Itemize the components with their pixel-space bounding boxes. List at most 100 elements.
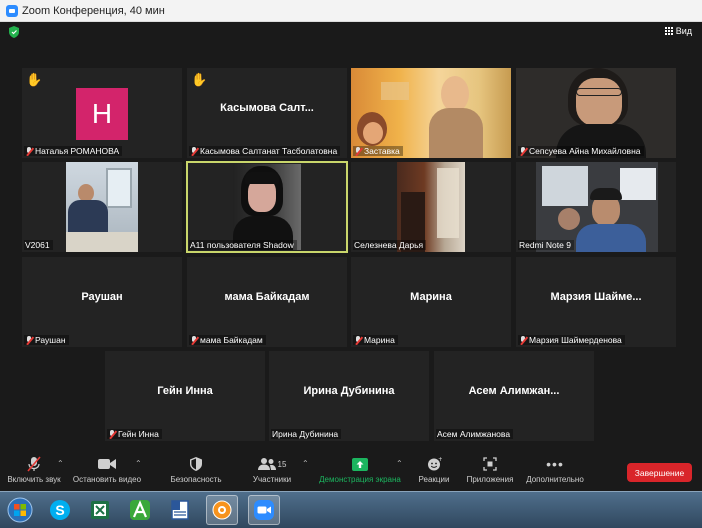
- orange-gear-app-icon: [212, 500, 232, 520]
- participant-display-name: мама Байкадам: [224, 291, 310, 303]
- participant-tile-zastavka[interactable]: Заставка: [351, 68, 511, 158]
- reactions-button[interactable]: + Реакции: [414, 455, 454, 484]
- participant-tile-natalya-romanova[interactable]: ✋ H Наталья РОМАНОВА: [22, 68, 182, 158]
- participant-tile-mama-baykadam[interactable]: мама Байкадам мама Байкадам: [187, 257, 347, 347]
- end-meeting-button[interactable]: Завершение: [627, 463, 692, 482]
- participant-name-label: Сепсуева Айна Михайловна: [518, 146, 644, 156]
- taskbar-word[interactable]: [164, 495, 196, 525]
- share-options-chevron-icon[interactable]: ⌃: [396, 459, 403, 468]
- muted-mic-icon: [519, 335, 527, 345]
- video-feed: [66, 162, 138, 252]
- participant-tile-selezneva[interactable]: Селезнева Дарья: [351, 162, 511, 252]
- unmute-button[interactable]: Включить звук: [4, 455, 64, 484]
- audio-options-chevron-icon[interactable]: ⌃: [57, 459, 64, 468]
- video-feed: [351, 68, 511, 158]
- participant-tile-marina[interactable]: Марина Марина: [351, 257, 511, 347]
- participants-button[interactable]: 15 Участники: [244, 455, 300, 484]
- video-feed: [397, 162, 465, 252]
- participant-name-label: Гейн Инна: [107, 429, 162, 439]
- video-feed: [233, 164, 301, 250]
- participant-display-name: Касымова Салт...: [220, 102, 314, 114]
- start-button[interactable]: [4, 495, 36, 525]
- video-feed: [536, 162, 658, 252]
- word-document-icon: [171, 500, 189, 520]
- participant-display-name: Марина: [410, 291, 452, 303]
- participant-name-label: мама Байкадам: [189, 335, 266, 345]
- participant-tile-geyn-inna[interactable]: Гейн Инна Гейн Инна: [105, 351, 265, 441]
- zoom-app-icon: [6, 4, 18, 17]
- video-options-chevron-icon[interactable]: ⌃: [135, 459, 142, 468]
- participant-name-label: Селезнева Дарья: [353, 240, 427, 250]
- view-button-label: Вид: [675, 26, 692, 36]
- smiley-plus-icon: +: [427, 457, 442, 471]
- green-a-app-icon: [130, 500, 150, 520]
- view-button[interactable]: Вид: [664, 26, 692, 36]
- participant-name-label: Ирина Дубинина: [271, 429, 342, 439]
- participant-name-label: Заставка: [353, 146, 403, 156]
- more-button[interactable]: ••• Дополнительно: [522, 455, 588, 484]
- video-camera-icon: [98, 459, 116, 469]
- window-title: Zoom Конференция, 40 мин: [22, 4, 165, 17]
- taskbar-active-app[interactable]: [206, 495, 238, 525]
- muted-mic-icon: [190, 335, 198, 345]
- muted-mic-icon: [108, 429, 116, 439]
- participants-icon: [257, 458, 276, 470]
- skype-icon: S: [50, 500, 70, 520]
- muted-mic-icon: [354, 146, 362, 156]
- muted-mic-icon: [519, 146, 527, 156]
- taskbar-excel[interactable]: [84, 495, 116, 525]
- apps-icon: [483, 457, 497, 471]
- participant-tile-irina-dubinina[interactable]: Ирина Дубинина Ирина Дубинина: [269, 351, 429, 441]
- taskbar-zoom[interactable]: [248, 495, 280, 525]
- stop-video-button[interactable]: Остановить видео: [70, 455, 144, 484]
- participant-name-label: Марина: [353, 335, 398, 345]
- muted-mic-icon: [354, 335, 362, 345]
- muted-microphone-icon: [27, 456, 41, 472]
- participants-count: 15: [277, 459, 287, 469]
- participant-name-label: Касымова Салтанат Тасболатовна: [189, 146, 341, 156]
- participant-tile-redmi-note-9[interactable]: Redmi Note 9: [516, 162, 676, 252]
- participant-tile-v2061[interactable]: V2061: [22, 162, 182, 252]
- participant-name-label: V2061: [24, 240, 53, 250]
- zoom-icon: [254, 500, 274, 520]
- windows-taskbar: S: [0, 491, 702, 528]
- taskbar-skype[interactable]: S: [44, 495, 76, 525]
- participants-options-chevron-icon[interactable]: ⌃: [302, 459, 309, 468]
- participant-name-label: Асем Алимжанова: [436, 429, 514, 439]
- svg-text:+: +: [438, 457, 442, 463]
- windows-logo-icon: [7, 497, 33, 523]
- participant-tile-kasymova[interactable]: ✋ Касымова Салт... Касымова Салтанат Тас…: [187, 68, 347, 158]
- participant-display-name: Раушан: [81, 291, 123, 303]
- taskbar-green-app[interactable]: [124, 495, 156, 525]
- security-button[interactable]: Безопасность: [166, 455, 226, 484]
- window-titlebar: Zoom Конференция, 40 мин: [0, 0, 702, 22]
- muted-mic-icon: [25, 146, 33, 156]
- video-feed: [516, 68, 676, 158]
- participant-name-label: Раушан: [24, 335, 69, 345]
- participant-tile-marziya[interactable]: Марзия Шайме... Марзия Шаймерденова: [516, 257, 676, 347]
- encryption-shield-icon[interactable]: [9, 26, 19, 38]
- muted-mic-icon: [25, 335, 33, 345]
- participant-tile-asem[interactable]: Асем Алимжан... Асем Алимжанова: [434, 351, 594, 441]
- participant-name-label: Марзия Шаймерденова: [518, 335, 625, 345]
- raised-hand-icon: ✋: [26, 72, 43, 87]
- raised-hand-icon: ✋: [191, 72, 208, 87]
- more-dots-icon: •••: [546, 456, 564, 472]
- participant-name-label: Наталья РОМАНОВА: [24, 146, 123, 156]
- apps-button[interactable]: Приложения: [462, 455, 518, 484]
- security-shield-icon: [190, 457, 202, 471]
- participant-display-name: Гейн Инна: [157, 385, 213, 397]
- avatar: H: [76, 88, 128, 140]
- excel-icon: [91, 501, 109, 519]
- share-screen-button[interactable]: Демонстрация экрана: [316, 455, 404, 484]
- participant-name-label: A11 пользователя Shadow: [189, 240, 297, 250]
- participant-display-name: Асем Алимжан...: [468, 385, 560, 397]
- share-screen-icon: [352, 457, 368, 471]
- meeting-stage: Вид ✋ H Наталья РОМАНОВА ✋ Касымова Салт…: [0, 22, 702, 491]
- svg-text:S: S: [55, 502, 64, 518]
- participant-tile-raushan[interactable]: Раушан Раушан: [22, 257, 182, 347]
- participant-tile-sepsueva[interactable]: Сепсуева Айна Михайловна: [516, 68, 676, 158]
- grid-view-icon: [664, 27, 673, 35]
- meeting-toolbar: Включить звук ⌃ Остановить видео ⌃ Безоп…: [0, 455, 702, 491]
- participant-tile-a11-shadow[interactable]: A11 пользователя Shadow: [186, 161, 348, 253]
